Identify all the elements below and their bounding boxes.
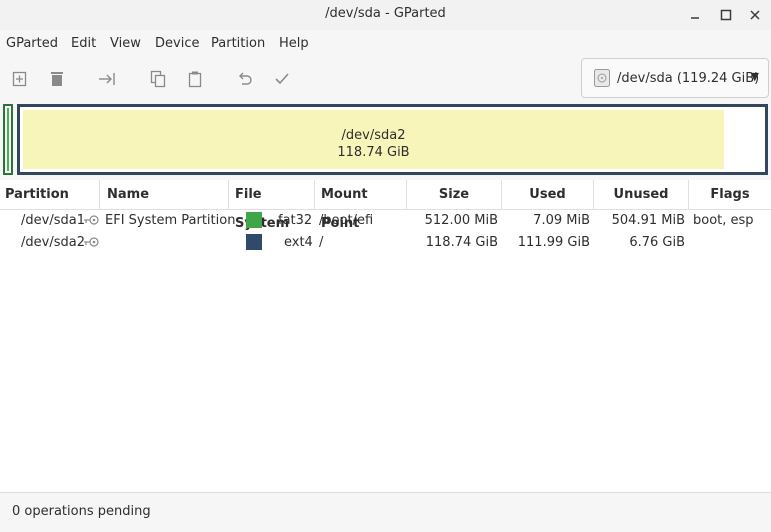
title-bar: /dev/sda - GParted <box>0 0 771 30</box>
key-icon <box>83 214 99 226</box>
minimize-icon[interactable] <box>686 6 704 24</box>
header-file-system[interactable]: File System <box>229 180 315 231</box>
menu-gparted[interactable]: GParted <box>6 36 58 51</box>
table-header: Partition Name File System Mount Point S… <box>0 180 771 231</box>
partition-map-name: /dev/sda2 <box>341 128 406 143</box>
filesystem-color-swatch <box>246 234 262 250</box>
table-row[interactable]: /dev/sda1 EFI System Partition fat32 /bo… <box>0 210 771 232</box>
cell-filesystem: ext4 <box>284 235 313 250</box>
cell-unused: 6.76 GiB <box>629 235 685 250</box>
filesystem-color-swatch <box>246 212 262 228</box>
header-size[interactable]: Size <box>407 180 502 209</box>
partition-used-sda2: /dev/sda2 118.74 GiB <box>23 110 724 169</box>
partition-block-sda1[interactable] <box>3 104 13 175</box>
header-mount-point[interactable]: Mount Point <box>315 180 407 231</box>
cell-mount-point: /boot/efi <box>319 213 374 228</box>
cell-used: 7.09 MiB <box>533 213 590 228</box>
new-partition-icon[interactable] <box>9 68 31 90</box>
device-label: /dev/sda (119.24 GiB) <box>617 71 760 86</box>
cell-unused: 504.91 MiB <box>611 213 685 228</box>
status-text: 0 operations pending <box>12 504 151 519</box>
header-partition[interactable]: Partition <box>0 180 100 209</box>
menu-partition[interactable]: Partition <box>211 36 265 51</box>
cell-size: 118.74 GiB <box>425 235 498 250</box>
partition-fill-sda1 <box>7 108 9 171</box>
partition-table: Partition Name File System Mount Point S… <box>0 180 771 492</box>
menu-help[interactable]: Help <box>279 36 309 51</box>
menu-edit[interactable]: Edit <box>71 36 96 51</box>
table-row[interactable]: /dev/sda2 ext4 / 118.74 GiB 111.99 GiB 6… <box>0 232 771 254</box>
resize-move-icon[interactable] <box>96 68 118 90</box>
partition-block-sda2[interactable]: /dev/sda2 118.74 GiB <box>17 104 768 175</box>
menu-device[interactable]: Device <box>155 36 199 51</box>
menu-view[interactable]: View <box>110 36 141 51</box>
partition-map-size: 118.74 GiB <box>337 145 410 160</box>
header-used[interactable]: Used <box>502 180 594 209</box>
chevron-down-icon: ▼ <box>750 70 759 83</box>
apply-icon[interactable] <box>271 68 293 90</box>
cell-mount-point: / <box>319 235 324 250</box>
copy-icon[interactable] <box>147 68 169 90</box>
menu-bar: GParted Edit View Device Partition Help <box>0 30 771 56</box>
delete-icon[interactable] <box>46 68 68 90</box>
cell-used: 111.99 GiB <box>517 235 590 250</box>
status-bar: 0 operations pending <box>0 492 771 532</box>
header-name[interactable]: Name <box>100 180 229 209</box>
cell-name: EFI System Partition <box>105 213 236 228</box>
device-selector[interactable]: /dev/sda (119.24 GiB) ▼ <box>581 58 769 98</box>
window-title: /dev/sda - GParted <box>325 6 446 21</box>
header-unused[interactable]: Unused <box>594 180 689 209</box>
cell-filesystem: fat32 <box>278 213 313 228</box>
cell-flags: boot, esp <box>693 213 754 228</box>
undo-icon[interactable] <box>234 68 256 90</box>
cell-partition: /dev/sda1 <box>21 213 85 228</box>
paste-icon[interactable] <box>184 68 206 90</box>
cell-size: 512.00 MiB <box>424 213 498 228</box>
maximize-icon[interactable] <box>717 6 735 24</box>
key-icon <box>83 236 99 248</box>
cell-partition: /dev/sda2 <box>21 235 85 250</box>
header-flags[interactable]: Flags <box>689 180 771 209</box>
disk-icon <box>594 69 610 87</box>
close-icon[interactable] <box>746 6 764 24</box>
